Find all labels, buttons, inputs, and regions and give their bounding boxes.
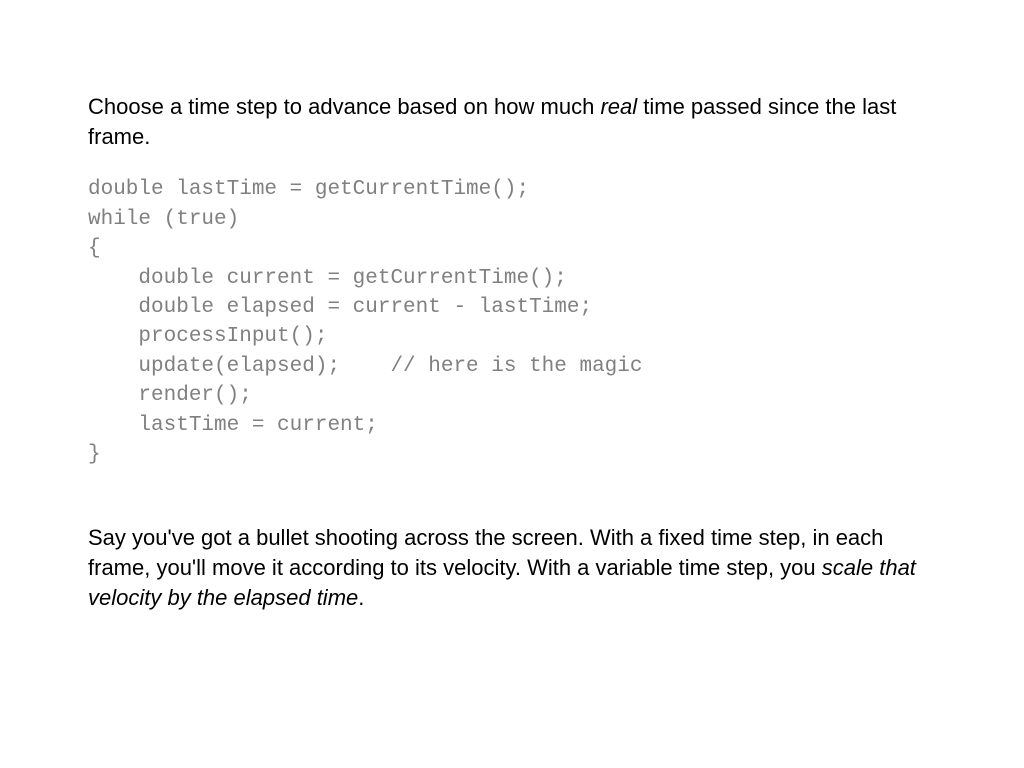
intro-text-before: Choose a time step to advance based on h… [88,94,600,119]
code-listing: double lastTime = getCurrentTime(); whil… [88,175,936,469]
explanation-paragraph: Say you've got a bullet shooting across … [88,523,936,612]
explain-text-after: . [358,585,364,610]
intro-italic: real [600,94,637,119]
explain-text-before: Say you've got a bullet shooting across … [88,525,883,580]
intro-paragraph: Choose a time step to advance based on h… [88,92,936,151]
